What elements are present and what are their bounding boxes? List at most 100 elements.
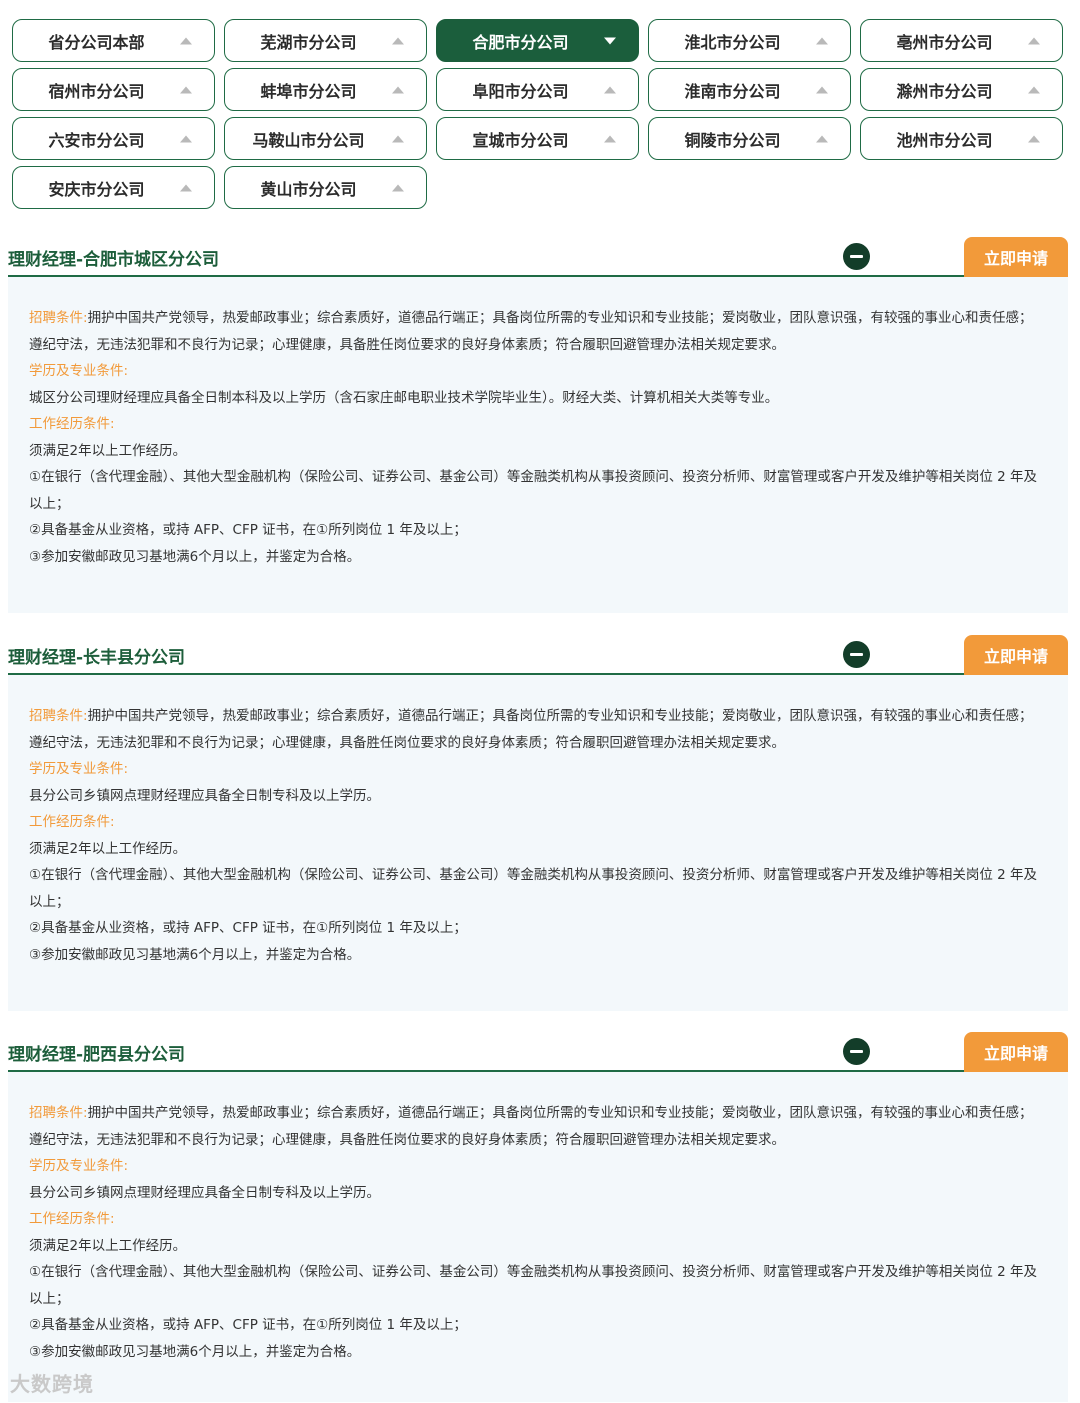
caret-up-icon (1028, 86, 1040, 93)
work-label: 工作经历条件: (29, 416, 115, 432)
edu-text: 县分公司乡镇网点理财经理应具备全日制专科及以上学历。 (29, 1184, 380, 1201)
tab-label: 宿州市分公司 (48, 81, 145, 101)
caret-up-icon (1028, 135, 1040, 142)
edu-label: 学历及专业条件: (29, 363, 129, 379)
tab-branch[interactable]: 黄山市分公司 (224, 166, 427, 209)
tab-label: 安庆市分公司 (48, 179, 145, 199)
tab-label: 马鞍山市分公司 (252, 130, 365, 150)
tab-branch[interactable]: 阜阳市分公司 (436, 68, 639, 111)
tab-branch[interactable]: 安庆市分公司 (12, 166, 215, 209)
work-line: ①在银行（含代理金融）、其他大型金融机构（保险公司、证券公司、基金公司）等金融类… (29, 867, 1038, 910)
caret-up-icon (392, 135, 404, 142)
work-label: 工作经历条件: (29, 814, 115, 830)
edu-label: 学历及专业条件: (29, 1158, 129, 1174)
work-label: 工作经历条件: (29, 1211, 115, 1227)
tab-branch[interactable]: 芜湖市分公司 (224, 19, 427, 62)
recruit-label: 招聘条件: (29, 1105, 88, 1121)
recruit-conditions: 招聘条件:拥护中国共产党领导，热爱邮政事业；综合素质好，道德品行端正；具备岗位所… (29, 1100, 1046, 1153)
tab-label: 淮北市分公司 (684, 32, 781, 52)
job-section: 理财经理-合肥市城区分公司 立即申请招聘条件:拥护中国共产党领导，热爱邮政事业；综… (8, 237, 1068, 613)
job-title: 理财经理-长丰县分公司 (8, 648, 186, 668)
tab-label: 亳州市分公司 (896, 32, 993, 52)
tab-label: 省分公司本部 (48, 32, 145, 52)
job-section: 理财经理-肥西县分公司 立即申请招聘条件:拥护中国共产党领导，热爱邮政事业；综合素… (8, 1032, 1068, 1402)
job-details: 招聘条件:拥护中国共产党领导，热爱邮政事业；综合素质好，道德品行端正；具备岗位所… (8, 277, 1068, 613)
tab-label: 池州市分公司 (896, 130, 993, 150)
caret-up-icon (816, 135, 828, 142)
edu-text: 城区分公司理财经理应具备全日制本科及以上学历（含石家庄邮电职业技术学院毕业生）。… (29, 389, 779, 406)
tab-branch[interactable]: 滁州市分公司 (860, 68, 1063, 111)
caret-up-icon (392, 86, 404, 93)
work-line: 须满足2年以上工作经历。 (29, 1237, 187, 1254)
caret-up-icon (180, 135, 192, 142)
tab-label: 六安市分公司 (48, 130, 145, 150)
collapse-icon[interactable] (843, 1038, 870, 1065)
tab-label: 宣城市分公司 (472, 130, 569, 150)
work-line: ③参加安徽邮政见习基地满6个月以上，并鉴定为合格。 (29, 946, 361, 963)
job-title: 理财经理-肥西县分公司 (8, 1045, 186, 1065)
tab-branch[interactable]: 铜陵市分公司 (648, 117, 851, 160)
watermark-logo: 大数跨境 (10, 1372, 94, 1396)
recruit-conditions: 招聘条件:拥护中国共产党领导，热爱邮政事业；综合素质好，道德品行端正；具备岗位所… (29, 703, 1046, 756)
tab-label: 阜阳市分公司 (472, 81, 569, 101)
work-line: ①在银行（含代理金融）、其他大型金融机构（保险公司、证券公司、基金公司）等金融类… (29, 1264, 1038, 1307)
caret-up-icon (392, 37, 404, 44)
apply-button[interactable]: 立即申请 (964, 635, 1068, 675)
caret-up-icon (1028, 37, 1040, 44)
tab-branch[interactable]: 淮南市分公司 (648, 68, 851, 111)
work-line: ③参加安徽邮政见习基地满6个月以上，并鉴定为合格。 (29, 548, 361, 565)
work-line: ②具备基金从业资格，或持 AFP、CFP 证书，在①所列岗位 1 年及以上； (29, 920, 467, 936)
tab-branch[interactable]: 宣城市分公司 (436, 117, 639, 160)
tab-branch[interactable]: 宿州市分公司 (12, 68, 215, 111)
work-line: ①在银行（含代理金融）、其他大型金融机构（保险公司、证券公司、基金公司）等金融类… (29, 469, 1038, 512)
recruit-text: 拥护中国共产党领导，热爱邮政事业；综合素质好，道德品行端正；具备岗位所需的专业知… (29, 1105, 1033, 1148)
tab-branch[interactable]: 省分公司本部 (12, 19, 215, 62)
tab-label: 蚌埠市分公司 (260, 81, 357, 101)
caret-up-icon (180, 37, 192, 44)
collapse-icon[interactable] (843, 243, 870, 270)
tab-branch[interactable]: 六安市分公司 (12, 117, 215, 160)
work-line: 须满足2年以上工作经历。 (29, 840, 187, 857)
caret-up-icon (180, 86, 192, 93)
job-header: 理财经理-合肥市城区分公司 立即申请 (8, 237, 1068, 277)
recruit-text: 拥护中国共产党领导，热爱邮政事业；综合素质好，道德品行端正；具备岗位所需的专业知… (29, 310, 1033, 353)
caret-up-icon (604, 86, 616, 93)
work-line: ②具备基金从业资格，或持 AFP、CFP 证书，在①所列岗位 1 年及以上； (29, 1317, 467, 1333)
tab-branch[interactable]: 亳州市分公司 (860, 19, 1063, 62)
caret-up-icon (816, 86, 828, 93)
tab-label: 淮南市分公司 (684, 81, 781, 101)
apply-button[interactable]: 立即申请 (964, 1032, 1068, 1072)
job-details: 招聘条件:拥护中国共产党领导，热爱邮政事业；综合素质好，道德品行端正；具备岗位所… (8, 1072, 1068, 1402)
recruit-text: 拥护中国共产党领导，热爱邮政事业；综合素质好，道德品行端正；具备岗位所需的专业知… (29, 708, 1033, 751)
job-title: 理财经理-合肥市城区分公司 (8, 250, 220, 270)
tab-branch[interactable]: 池州市分公司 (860, 117, 1063, 160)
job-section: 理财经理-长丰县分公司 立即申请招聘条件:拥护中国共产党领导，热爱邮政事业；综合素… (8, 635, 1068, 1011)
caret-up-icon (604, 135, 616, 142)
apply-button[interactable]: 立即申请 (964, 237, 1068, 277)
tab-label: 滁州市分公司 (896, 81, 993, 101)
work-line: ③参加安徽邮政见习基地满6个月以上，并鉴定为合格。 (29, 1343, 361, 1360)
tab-branch[interactable]: 合肥市分公司 (436, 19, 639, 62)
caret-up-icon (392, 184, 404, 191)
edu-label: 学历及专业条件: (29, 761, 129, 777)
recruit-label: 招聘条件: (29, 310, 88, 326)
collapse-icon[interactable] (843, 641, 870, 668)
job-header: 理财经理-长丰县分公司 立即申请 (8, 635, 1068, 675)
job-header: 理财经理-肥西县分公司 立即申请 (8, 1032, 1068, 1072)
tab-branch[interactable]: 蚌埠市分公司 (224, 68, 427, 111)
job-details: 招聘条件:拥护中国共产党领导，热爱邮政事业；综合素质好，道德品行端正；具备岗位所… (8, 675, 1068, 1011)
recruit-conditions: 招聘条件:拥护中国共产党领导，热爱邮政事业；综合素质好，道德品行端正；具备岗位所… (29, 305, 1046, 358)
tab-label: 合肥市分公司 (472, 32, 569, 52)
tab-label: 铜陵市分公司 (684, 130, 781, 150)
caret-down-icon (604, 37, 616, 44)
recruit-label: 招聘条件: (29, 708, 88, 724)
work-line: ②具备基金从业资格，或持 AFP、CFP 证书，在①所列岗位 1 年及以上； (29, 522, 467, 538)
caret-up-icon (180, 184, 192, 191)
work-line: 须满足2年以上工作经历。 (29, 442, 187, 459)
branch-tabs: 省分公司本部 芜湖市分公司 合肥市分公司 淮北市分公司 亳州市分公司宿州市分公司 蚌埠市分… (12, 19, 1068, 209)
tab-branch[interactable]: 马鞍山市分公司 (224, 117, 427, 160)
tab-branch[interactable]: 淮北市分公司 (648, 19, 851, 62)
tab-label: 黄山市分公司 (260, 179, 357, 199)
caret-up-icon (816, 37, 828, 44)
tab-label: 芜湖市分公司 (260, 32, 357, 52)
